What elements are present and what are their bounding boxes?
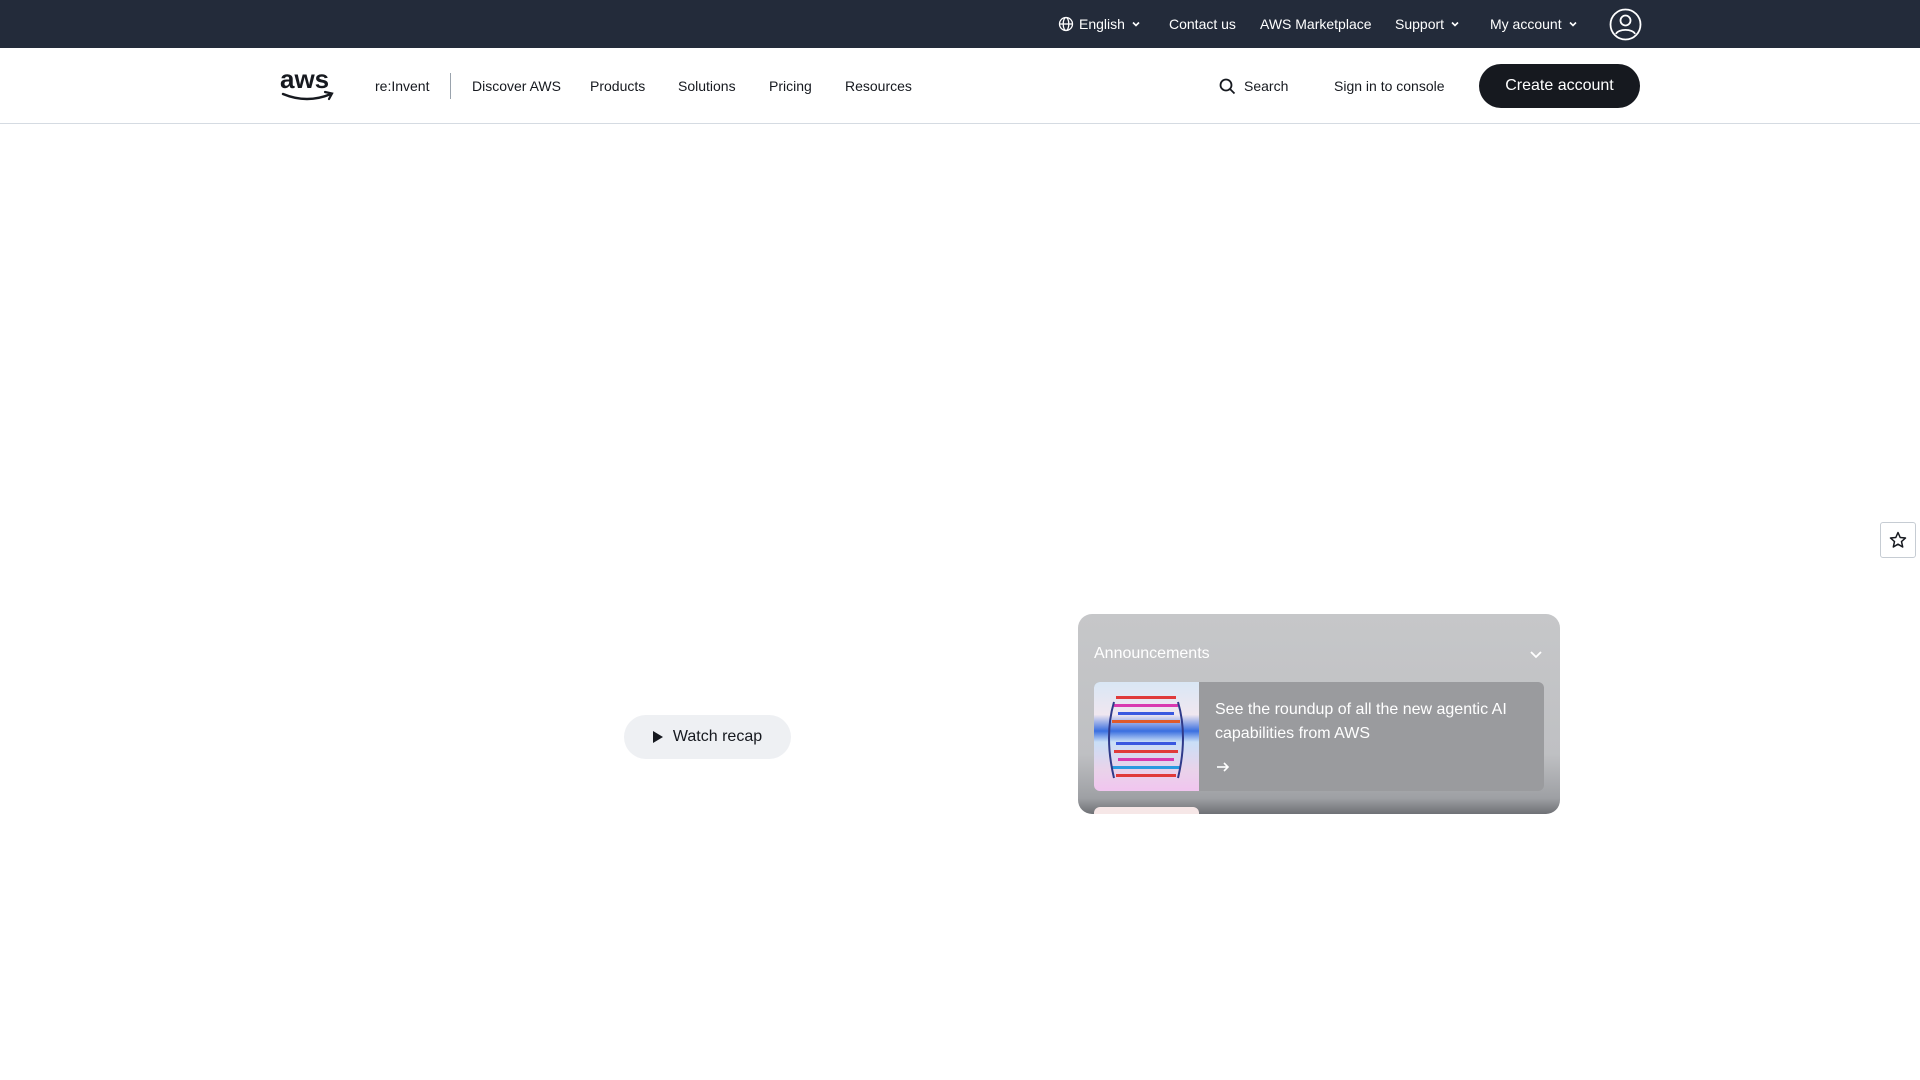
support-label: Support [1395, 16, 1445, 32]
language-label: English [1079, 16, 1125, 32]
announcement-thumbnail [1094, 682, 1199, 791]
search-icon [1219, 78, 1236, 94]
nav-products[interactable]: Products [590, 48, 645, 124]
aws-logo-text: aws [280, 66, 329, 94]
language-selector[interactable]: English [1058, 0, 1142, 48]
search-label: Search [1244, 78, 1289, 94]
utility-bar: English Contact us AWS Marketplace Suppo… [0, 0, 1920, 48]
sign-in-label: Sign in to console [1334, 78, 1445, 94]
watch-recap-button[interactable]: Watch recap [624, 715, 791, 759]
chevron-down-icon [1132, 21, 1140, 27]
support-menu[interactable]: Support [1395, 0, 1461, 48]
chevron-down-icon [1451, 21, 1459, 27]
announcement-card-next-thumbnail[interactable] [1094, 807, 1199, 814]
nav-products-label: Products [590, 78, 646, 94]
my-account-menu[interactable]: My account [1490, 0, 1579, 48]
contact-us-label: Contact us [1169, 16, 1236, 32]
user-circle-icon[interactable] [1609, 8, 1642, 41]
aws-marketplace-link[interactable]: AWS Marketplace [1260, 0, 1372, 48]
nav-divider [450, 73, 451, 99]
search-button[interactable]: Search [1219, 48, 1288, 124]
nav-reinvent[interactable]: re:Invent [375, 48, 429, 124]
announcement-card[interactable]: See the roundup of all the new agentic A… [1094, 682, 1544, 791]
nav-resources[interactable]: Resources [845, 48, 912, 124]
nav-discover-aws[interactable]: Discover AWS [472, 48, 561, 124]
nav-solutions[interactable]: Solutions [678, 48, 736, 124]
contact-us-link[interactable]: Contact us [1169, 0, 1236, 48]
play-icon [652, 731, 663, 743]
nav-solutions-label: Solutions [678, 78, 736, 94]
announcements-panel: Announcements See the roundup of all the… [1078, 614, 1560, 814]
chevron-down-icon [1569, 21, 1577, 27]
my-account-label: My account [1490, 16, 1562, 32]
create-account-label: Create account [1505, 77, 1614, 94]
nav-resources-label: Resources [845, 78, 912, 94]
announcements-heading: Announcements [1094, 645, 1210, 662]
nav-discover-label: Discover AWS [472, 78, 561, 94]
aws-marketplace-label: AWS Marketplace [1260, 16, 1372, 32]
star-icon [1889, 531, 1907, 548]
sign-in-console-link[interactable]: Sign in to console [1334, 48, 1445, 124]
main-navigation: aws re:Invent Discover AWS Products Solu… [0, 48, 1920, 124]
globe-icon [1058, 16, 1074, 32]
watch-recap-label: Watch recap [672, 728, 763, 745]
announcements-collapse-toggle[interactable] [1528, 646, 1544, 662]
chevron-down-icon [1530, 651, 1542, 659]
nav-pricing-label: Pricing [769, 78, 812, 94]
arrow-right-icon [1217, 762, 1230, 772]
announcement-title: See the roundup of all the new agentic A… [1215, 701, 1507, 742]
create-account-button[interactable]: Create account [1479, 64, 1640, 108]
nav-pricing[interactable]: Pricing [769, 48, 812, 124]
aws-logo[interactable]: aws [279, 66, 336, 104]
favorite-star-button[interactable] [1880, 522, 1916, 558]
nav-reinvent-label: re:Invent [375, 78, 430, 94]
